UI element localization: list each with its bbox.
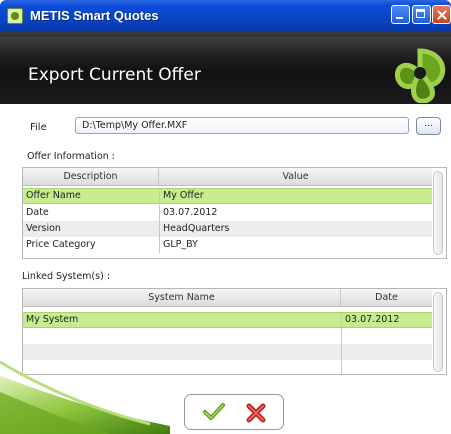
window-title: METIS Smart Quotes xyxy=(30,8,159,23)
window-titlebar[interactable]: METIS Smart Quotes xyxy=(0,0,451,31)
table-row[interactable]: Price Category GLP_BY xyxy=(23,237,432,253)
row-description: Offer Name xyxy=(26,190,81,201)
column-header-system-name[interactable]: System Name xyxy=(23,289,341,306)
checkmark-icon[interactable] xyxy=(203,402,225,422)
row-description: Price Category xyxy=(26,239,96,250)
column-header-date[interactable]: Date xyxy=(341,289,432,306)
row-description: Date xyxy=(26,207,49,218)
row-value: 03.07.2012 xyxy=(159,205,432,221)
offer-information-label: Offer Information : xyxy=(27,151,116,162)
table-row[interactable]: Version HeadQuarters xyxy=(23,221,432,237)
minimize-button[interactable] xyxy=(391,5,410,24)
column-header-value[interactable]: Value xyxy=(159,168,432,185)
column-header-description[interactable]: Description xyxy=(23,168,159,185)
dialog-title: Export Current Offer xyxy=(28,65,201,85)
close-button[interactable] xyxy=(432,5,451,24)
row-value: My Offer xyxy=(159,189,432,203)
x-icon[interactable] xyxy=(245,402,267,424)
browse-button[interactable]: ... xyxy=(416,117,441,135)
action-buttons xyxy=(184,394,284,430)
row-description: Version xyxy=(26,223,61,234)
offer-information-table[interactable]: Description Value Offer Name My Offer Da… xyxy=(22,167,447,259)
row-value: HeadQuarters xyxy=(159,221,432,237)
linked-systems-label: Linked System(s) : xyxy=(22,271,111,282)
vertical-scrollbar[interactable] xyxy=(433,171,443,255)
row-date: 03.07.2012 xyxy=(341,313,432,327)
row-system-name: My System xyxy=(26,314,79,325)
metis-logo-icon xyxy=(395,48,446,103)
file-label: File xyxy=(30,122,47,133)
table-row[interactable]: Offer Name My Offer xyxy=(23,188,432,204)
table-header: System Name Date xyxy=(23,289,432,307)
app-icon xyxy=(7,8,23,24)
table-row[interactable]: My System 03.07.2012 xyxy=(23,312,432,328)
maximize-button[interactable] xyxy=(412,5,431,24)
file-path-field[interactable]: D:\Temp\My Offer.MXF xyxy=(75,117,409,134)
table-header: Description Value xyxy=(23,168,432,186)
table-row[interactable]: Date 03.07.2012 xyxy=(23,205,432,221)
dialog-header: Export Current Offer xyxy=(0,31,451,104)
row-value: GLP_BY xyxy=(159,237,432,253)
